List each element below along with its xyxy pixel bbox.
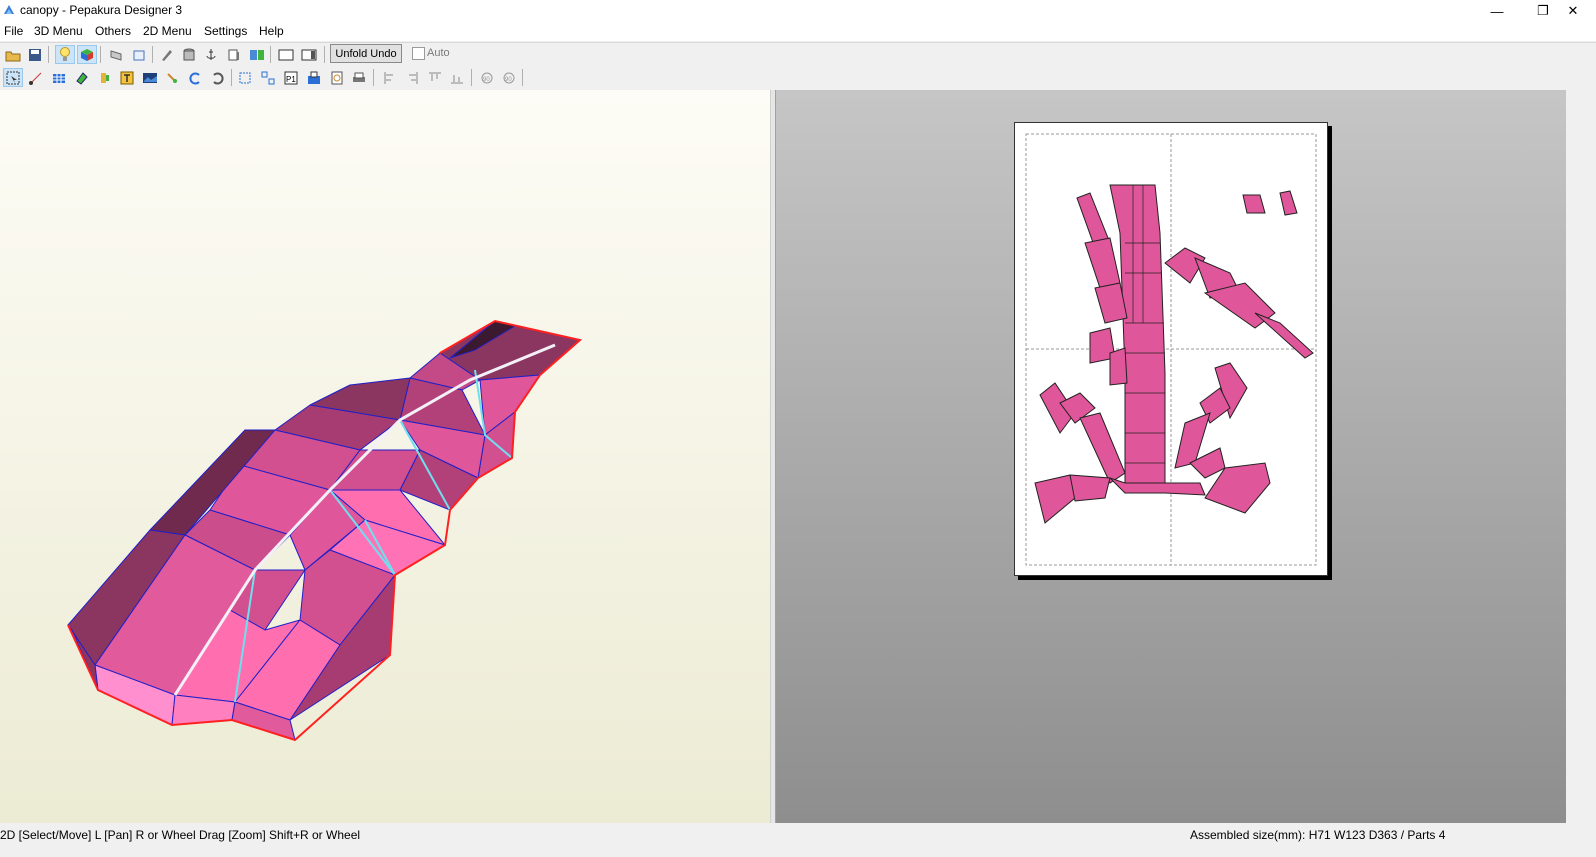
- auto-checkbox[interactable]: [412, 47, 425, 60]
- cylinder-icon[interactable]: [179, 45, 199, 64]
- close-button[interactable]: ✕: [1550, 0, 1596, 22]
- rotate90-right-icon[interactable]: 90: [499, 68, 519, 87]
- svg-text:90: 90: [505, 77, 512, 83]
- menu-3d[interactable]: 3D Menu: [34, 24, 83, 38]
- single-view-right-icon[interactable]: [299, 45, 319, 64]
- menu-others[interactable]: Others: [95, 24, 131, 38]
- fold-icon[interactable]: [106, 45, 126, 64]
- title-bar: canopy - Pepakura Designer 3 — ❐ ✕: [0, 0, 1596, 22]
- 3d-view-panel[interactable]: [0, 90, 770, 823]
- paper-stack-icon[interactable]: [129, 45, 149, 64]
- menu-help[interactable]: Help: [259, 24, 284, 38]
- grid-icon[interactable]: [49, 68, 69, 87]
- align-right-icon[interactable]: [402, 68, 422, 87]
- minimize-button-area: [1476, 0, 1522, 22]
- paper-sheet: [1014, 122, 1328, 576]
- align-top-icon[interactable]: [425, 68, 445, 87]
- menu-file[interactable]: File: [4, 24, 23, 38]
- lightbulb-icon[interactable]: [55, 45, 75, 64]
- svg-text:90: 90: [483, 77, 490, 83]
- text-icon[interactable]: [117, 68, 137, 87]
- edit-edge-icon[interactable]: [26, 68, 46, 87]
- redo-rotate-icon[interactable]: [208, 68, 228, 87]
- pencil-icon[interactable]: [157, 45, 177, 64]
- status-assembled-size: Assembled size(mm): H71 W123 D363 / Part…: [1190, 828, 1446, 842]
- align-bottom-icon[interactable]: [447, 68, 467, 87]
- menu-bar: File 3D Menu Others 2D Menu Settings Hel…: [0, 22, 1596, 41]
- auto-label: Auto: [427, 47, 450, 59]
- split-view-icon[interactable]: [247, 45, 267, 64]
- close-icon: ✕: [1567, 3, 1579, 18]
- save-icon[interactable]: [25, 45, 45, 64]
- undo-rotate-icon[interactable]: [185, 68, 205, 87]
- page-setup-icon[interactable]: [224, 45, 244, 64]
- svg-text:P1: P1: [286, 75, 296, 84]
- image-icon[interactable]: [140, 68, 160, 87]
- 2d-view-panel[interactable]: [776, 90, 1566, 823]
- restore-icon: ❐: [1537, 3, 1549, 18]
- single-view-left-icon[interactable]: [276, 45, 296, 64]
- window-title: canopy - Pepakura Designer 3: [20, 3, 183, 17]
- 3d-model-canvas[interactable]: [0, 90, 770, 823]
- print-preview-icon[interactable]: [327, 68, 347, 87]
- pepakura-app-icon: [4, 5, 14, 14]
- menu-2d[interactable]: 2D Menu: [143, 24, 192, 38]
- arrange-icon[interactable]: [258, 68, 278, 87]
- open-icon[interactable]: [3, 45, 23, 64]
- unfold-undo-button[interactable]: Unfold Undo: [330, 44, 402, 63]
- vertical-scrollbar[interactable]: [1566, 90, 1596, 823]
- menu-settings[interactable]: Settings: [204, 24, 247, 38]
- rotate90-left-icon[interactable]: 90: [477, 68, 497, 87]
- select-icon[interactable]: [3, 68, 23, 87]
- anchor-icon[interactable]: [201, 45, 221, 64]
- fit-page-icon[interactable]: [235, 68, 255, 87]
- toolbar-2d: P1 90 90: [0, 66, 1596, 89]
- unfolded-parts-canvas[interactable]: [1015, 123, 1329, 577]
- rotate-part-icon[interactable]: [162, 68, 182, 87]
- align-left-icon[interactable]: [380, 68, 400, 87]
- page-number-icon[interactable]: P1: [281, 68, 301, 87]
- layout-icon[interactable]: [304, 68, 324, 87]
- status-bar: 2D [Select/Move] L [Pan] R or Wheel Drag…: [0, 823, 1596, 857]
- toolbar-main: [0, 42, 1596, 66]
- print-icon[interactable]: [349, 68, 369, 87]
- texture-cube-icon[interactable]: [77, 45, 97, 64]
- flap-icon[interactable]: [95, 68, 115, 87]
- status-mode-hint: 2D [Select/Move] L [Pan] R or Wheel Drag…: [0, 828, 361, 842]
- join-icon[interactable]: [72, 68, 92, 87]
